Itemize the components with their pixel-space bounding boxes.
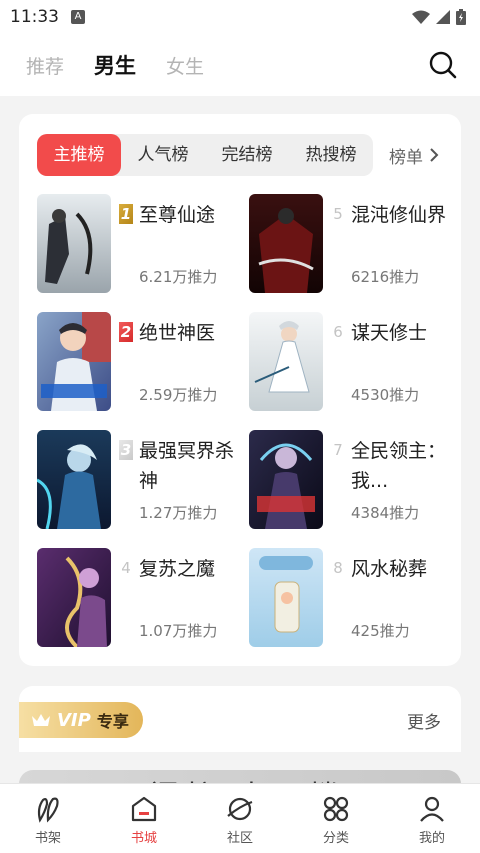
- ranking-card: 主推榜 人气榜 完结榜 热搜榜 榜单 1 至尊仙途 6.21万推力 2 绝世神医…: [19, 114, 461, 666]
- nav-label: 书架: [34, 831, 61, 846]
- tab-popular-rank[interactable]: 人气榜: [121, 134, 205, 176]
- book-popularity: 1.07万推力: [139, 622, 218, 640]
- book-item[interactable]: 5 混沌修仙界 6216推力: [249, 194, 464, 298]
- nav-label: 书城: [130, 831, 157, 846]
- top-nav: 推荐 男生 女生: [0, 34, 480, 96]
- book-title: 谋天修士: [351, 322, 428, 344]
- nav-label: 我的: [418, 831, 445, 846]
- bookstore-icon: [131, 796, 157, 822]
- rank-number: 7: [333, 441, 343, 459]
- book-cover[interactable]: [37, 430, 111, 529]
- book-popularity: 425推力: [351, 622, 410, 640]
- status-time: 11:33: [10, 7, 59, 27]
- book-popularity: 4384推力: [351, 504, 420, 522]
- rank-tabs: 主推榜 人气榜 完结榜 热搜榜: [37, 134, 373, 176]
- book-title: 至尊仙途: [139, 204, 216, 226]
- nav-label: 分类: [322, 831, 349, 846]
- category-icon: [323, 796, 349, 822]
- rank-number: 4: [121, 559, 131, 577]
- book-popularity: 6.21万推力: [139, 268, 218, 286]
- book-item[interactable]: 4 复苏之魔 1.07万推力: [37, 548, 252, 652]
- book-item[interactable]: 2 绝世神医 2.59万推力: [37, 312, 252, 416]
- signal-icon: [412, 10, 430, 24]
- book-title: 全民领主：我...: [351, 440, 447, 492]
- book-title: 复苏之魔: [139, 558, 216, 580]
- nav-label: 社区: [226, 831, 253, 846]
- crown-icon: [32, 714, 50, 726]
- book-cover[interactable]: [249, 548, 323, 647]
- book-item[interactable]: 7 全民领主：我... 4384推力: [249, 430, 464, 534]
- rank-badge: 3: [119, 440, 133, 460]
- bottom-nav: 书架 书城 社区 分类 我的: [0, 783, 480, 853]
- bookshelf-icon: [37, 797, 59, 823]
- book-popularity: 2.59万推力: [139, 386, 218, 404]
- rank-list-label: 榜单: [389, 147, 423, 168]
- tab-female[interactable]: 女生: [166, 52, 204, 79]
- nav-profile[interactable]: 我的: [384, 784, 480, 853]
- book-cover[interactable]: [249, 430, 323, 529]
- profile-icon: [420, 796, 444, 822]
- book-popularity: 6216推力: [351, 268, 420, 286]
- book-item[interactable]: 3 最强冥界杀神 1.27万推力: [37, 430, 252, 534]
- rank-number: 6: [333, 323, 343, 341]
- rank-badge: 2: [119, 322, 133, 342]
- book-title: 最强冥界杀神: [139, 440, 235, 492]
- book-item[interactable]: 6 谋天修士 4530推力: [249, 312, 464, 416]
- vip-label: VIP: [57, 709, 91, 731]
- book-title: 绝世神医: [139, 322, 216, 344]
- book-cover[interactable]: [37, 312, 111, 411]
- nav-community[interactable]: 社区: [192, 784, 288, 853]
- rank-list-link[interactable]: 榜单: [389, 134, 439, 176]
- tab-main-rank[interactable]: 主推榜: [37, 134, 121, 176]
- nav-bookstore[interactable]: 书城: [96, 784, 192, 853]
- book-title: 风水秘葬: [351, 558, 428, 580]
- planet-icon: [227, 797, 253, 821]
- nav-category[interactable]: 分类: [288, 784, 384, 853]
- status-bar: 11:33 A: [0, 0, 480, 34]
- book-title: 混沌修仙界: [351, 204, 447, 226]
- tab-male[interactable]: 男生: [94, 50, 136, 80]
- book-popularity: 4530推力: [351, 386, 420, 404]
- vip-card: VIP 专享 更多: [19, 686, 461, 752]
- chevron-right-icon: [430, 148, 439, 162]
- rank-badge: 1: [119, 204, 133, 224]
- search-icon[interactable]: [428, 50, 458, 80]
- rank-number: 5: [333, 205, 343, 223]
- rank-number: 8: [333, 559, 343, 577]
- book-cover[interactable]: [37, 548, 111, 647]
- book-popularity: 1.27万推力: [139, 504, 218, 522]
- book-item[interactable]: 8 风水秘葬 425推力: [249, 548, 464, 652]
- cellular-icon: [436, 10, 450, 24]
- tab-hot-search-rank[interactable]: 热搜榜: [289, 134, 373, 176]
- vip-subtitle: 专享: [96, 712, 129, 731]
- book-item[interactable]: 1 至尊仙途 6.21万推力: [37, 194, 252, 298]
- book-cover[interactable]: [249, 312, 323, 411]
- vip-badge[interactable]: VIP 专享: [19, 702, 143, 738]
- tab-completed-rank[interactable]: 完结榜: [205, 134, 289, 176]
- battery-icon: [456, 9, 466, 25]
- book-cover[interactable]: [37, 194, 111, 293]
- tab-recommend[interactable]: 推荐: [26, 52, 64, 79]
- book-cover[interactable]: [249, 194, 323, 293]
- more-link[interactable]: 更多: [407, 708, 441, 733]
- notification-icon: A: [71, 10, 85, 24]
- nav-bookshelf[interactable]: 书架: [0, 784, 96, 853]
